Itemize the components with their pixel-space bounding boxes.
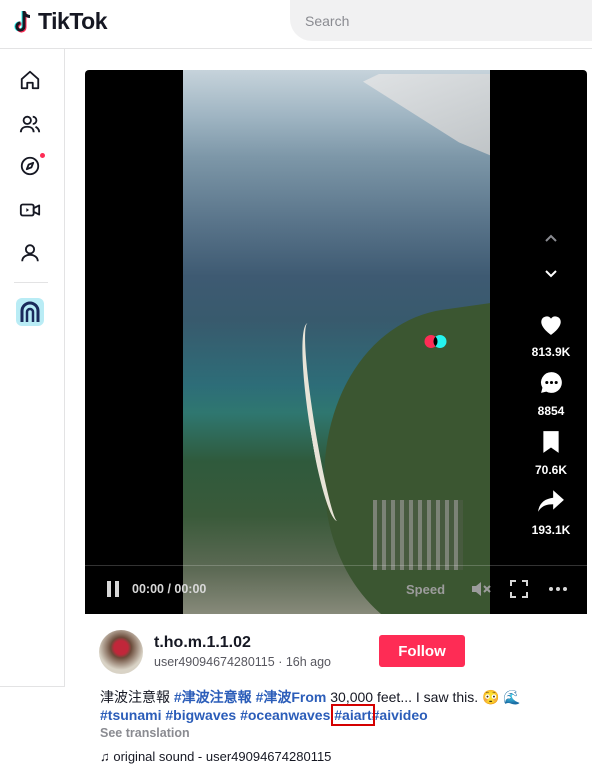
hashtag-link[interactable]: #tsunami <box>100 707 161 723</box>
display-name[interactable]: t.ho.m.1.1.02 <box>154 634 251 652</box>
like-count: 813.9K <box>531 345 571 359</box>
caption-emojis: 😳 🌊 <box>482 689 521 705</box>
comment-icon <box>540 372 562 393</box>
caption-line-1: 津波注意報 #津波注意報 #津波From 30,000 feet... I sa… <box>100 687 521 707</box>
airplane-wing <box>363 74 490 169</box>
hashtag-link-highlighted[interactable]: #aiart <box>331 704 375 726</box>
following-icon[interactable] <box>16 110 44 138</box>
search-input[interactable]: Search <box>290 0 592 41</box>
hashtag-link[interactable]: #oceanwaves <box>240 707 330 723</box>
explore-icon[interactable] <box>16 152 45 180</box>
time-display: 00:00 / 00:00 <box>132 582 207 596</box>
sidebar-divider <box>14 282 48 283</box>
share-button[interactable]: 193.1K <box>521 488 581 537</box>
live-icon[interactable] <box>16 196 44 224</box>
share-count: 193.1K <box>531 523 571 537</box>
speed-button[interactable]: Speed <box>406 582 445 597</box>
notification-dot <box>40 153 45 158</box>
more-options-icon[interactable] <box>548 586 568 592</box>
video-player[interactable]: 813.9K 8854 70.6K 193.1K 00:00 / 00:00 S… <box>85 70 587 614</box>
caption-line-2: #tsunami #bigwaves #oceanwaves #aiart#ai… <box>100 704 428 726</box>
follow-button[interactable]: Follow <box>379 635 465 667</box>
home-icon[interactable] <box>16 66 44 94</box>
tiktok-logo-icon <box>14 10 31 33</box>
video-frame[interactable] <box>183 70 490 614</box>
share-icon <box>538 490 564 512</box>
music-link[interactable]: ♫ original sound - user49094674280115 <box>100 749 331 764</box>
like-button[interactable]: 813.9K <box>521 312 581 359</box>
save-button[interactable]: 70.6K <box>521 430 581 477</box>
comment-button[interactable]: 8854 <box>521 370 581 418</box>
post-info: t.ho.m.1.1.02 user49094674280115 · 16h a… <box>85 614 587 780</box>
tiktok-logo[interactable]: TikTok <box>12 8 108 35</box>
bookmark-icon <box>543 431 559 453</box>
caption-text: 30,000 feet... I saw this. <box>326 689 479 705</box>
hashtag-link[interactable]: #津波注意報 <box>174 689 252 705</box>
hashtag-link[interactable]: #aivideo <box>372 707 428 723</box>
app-icon[interactable] <box>16 298 44 326</box>
video-town <box>373 500 463 570</box>
user-meta: user49094674280115 · 16h ago <box>154 655 332 669</box>
scroll-up-icon[interactable] <box>521 230 581 251</box>
save-count: 70.6K <box>534 463 568 477</box>
see-translation-link[interactable]: See translation <box>100 726 190 740</box>
scroll-down-icon[interactable] <box>521 266 581 287</box>
avatar[interactable] <box>99 630 143 674</box>
hashtag-link[interactable]: #津波From <box>256 689 327 705</box>
music-note-icon: ♫ <box>100 749 110 764</box>
comment-count: 8854 <box>537 404 565 418</box>
top-bar: TikTok Search <box>0 0 592 49</box>
search-placeholder: Search <box>305 13 350 29</box>
tiktok-watermark-icon <box>424 335 447 348</box>
pause-icon[interactable] <box>105 580 121 598</box>
video-controls: 00:00 / 00:00 Speed <box>85 565 587 614</box>
fullscreen-icon[interactable] <box>510 580 528 598</box>
heart-icon <box>541 316 561 335</box>
hashtag-link[interactable]: #bigwaves <box>165 707 236 723</box>
logo-text: TikTok <box>38 8 108 34</box>
volume-muted-icon[interactable] <box>470 580 492 598</box>
sidebar <box>0 49 65 687</box>
profile-icon[interactable] <box>16 239 44 267</box>
caption-prefix: 津波注意報 <box>100 689 174 705</box>
music-title: original sound - user49094674280115 <box>113 749 332 764</box>
